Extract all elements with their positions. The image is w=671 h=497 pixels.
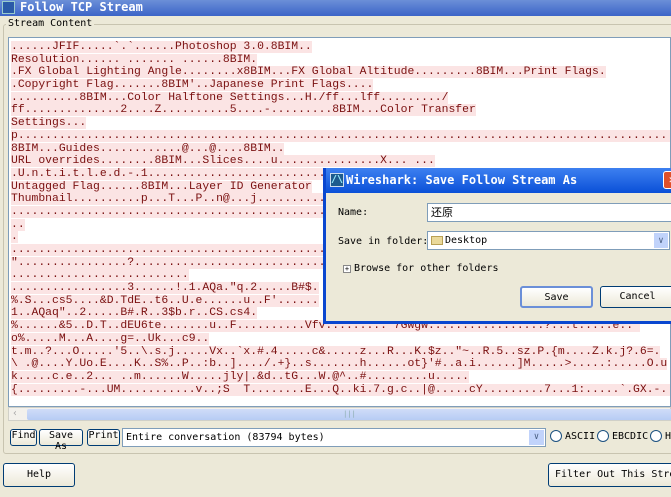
stream-line-text: .................3......!.1.AQa."q.2....… (11, 282, 319, 295)
conversation-select[interactable]: Entire conversation (83794 bytes) ∨ (122, 428, 546, 447)
dialog-title: Wireshark: Save Follow Stream As (346, 173, 578, 187)
filter-out-stream-button[interactable]: Filter Out This Stream (548, 463, 671, 487)
stream-line-text: k.....c.e..2... ..m......W.....jly|.&d..… (11, 370, 469, 383)
stream-line-text: t.m..?...O.....'5..\.s.j.....Vx..`x.#.4.… (11, 345, 661, 358)
save-button[interactable]: Save (520, 286, 593, 308)
window-titlebar: Follow TCP Stream (0, 0, 671, 16)
stream-line: ..........8BIM...Color Halftone Settings… (11, 91, 670, 105)
stream-line-text: .Copyright Flag.......8BIM'..Japanese Pr… (11, 79, 374, 92)
stream-line-text: \ .@....Y.Uo.E....K..S%..P..:b..]..../.+… (11, 358, 668, 371)
wireshark-icon (2, 1, 15, 14)
save-dialog: /\Wireshark: Save Follow Stream As ✕ Name… (323, 168, 671, 324)
stream-line: t.m..?...O.....'5..\.s.j.....Vx..`x.#.4.… (11, 345, 670, 359)
print-button[interactable]: Print (87, 429, 120, 446)
stream-line: .Copyright Flag.......8BIM'..Japanese Pr… (11, 79, 670, 92)
cancel-button[interactable]: Cancel (600, 286, 671, 308)
stream-line-text: ........................................… (11, 205, 353, 218)
stream-line-text: %.S...cs5....&D.TdE..t6..U.e......u..F'.… (11, 294, 319, 307)
window-title: Follow TCP Stream (20, 0, 143, 14)
stream-line: Settings... (11, 117, 670, 130)
horizontal-scrollbar[interactable]: ‹ ||| (8, 407, 671, 421)
stream-line-text: .......................... (11, 269, 189, 282)
dialog-titlebar: /\Wireshark: Save Follow Stream As ✕ (326, 168, 671, 193)
stream-line: 8BIM...Guides............@...@....8BIM.. (11, 142, 670, 156)
stream-line-text: ff..............2....Z..........5....-..… (11, 104, 476, 117)
stream-line-text: URL overrides........8BIM...Slices....u.… (11, 155, 435, 168)
plus-icon: + (343, 265, 351, 273)
stream-line-text: .FX Global Lighting Angle........x8BIM..… (11, 66, 606, 79)
folder-select[interactable]: Desktop ∨ (427, 231, 670, 250)
stream-line: p.......................................… (11, 129, 670, 143)
radio-hex[interactable]: H (650, 430, 671, 442)
conversation-value: Entire conversation (83794 bytes) (126, 432, 325, 443)
stream-line-text: p.......................................… (11, 129, 670, 142)
stream-line-text: ........................................… (11, 244, 353, 256)
radio-ebcdic[interactable]: EBCDIC (597, 430, 648, 442)
folder-value: Desktop (445, 235, 488, 246)
stream-line-text: 1..AQaq"..2.....B#.R..3$b.r..CS.cs4. (11, 307, 258, 320)
save-as-button[interactable]: Save As (39, 429, 83, 452)
name-input[interactable]: 还原 (427, 203, 671, 222)
group-label: Stream Content (6, 18, 95, 29)
browse-folders-expander[interactable]: + Browse for other folders (343, 263, 499, 274)
scroll-left-icon[interactable]: ‹ (12, 408, 18, 419)
close-icon[interactable]: ✕ (663, 171, 671, 189)
stream-line: Resolution...... ....... ......8BIM. (11, 53, 670, 67)
radio-ascii-label: ASCII (565, 431, 596, 442)
stream-line-text: Settings... (11, 117, 87, 130)
stream-line-text: 8BIM...Guides............@...@....8BIM.. (11, 142, 285, 155)
stream-line: \ .@....Y.Uo.E....K..S%..P..:b..]..../.+… (11, 358, 670, 371)
stream-line-text: o%.....M...A....g=..Uk...c9.. (11, 332, 210, 345)
browse-label: Browse for other folders (354, 263, 499, 274)
name-label: Name: (338, 207, 369, 218)
stream-line-text: .. (11, 218, 25, 231)
folder-icon (431, 235, 443, 245)
stream-line: o%.....M...A....g=..Uk...c9.. (11, 332, 670, 346)
stream-line: k.....c.e..2... ..m......W.....jly|.&d..… (11, 370, 670, 384)
stream-line-text: Thumbnail..........p...T...P..n@...j....… (11, 193, 326, 206)
stream-line: ff..............2....Z..........5....-..… (11, 104, 670, 117)
stream-line: {.........-...UM...........v..;S T......… (11, 383, 670, 397)
stream-line-text: "................?......................… (11, 256, 360, 269)
stream-line-text: . (11, 231, 18, 244)
wireshark-icon: /\ (330, 173, 344, 187)
radio-hex-label: H (665, 431, 671, 442)
stream-line: URL overrides........8BIM...Slices....u.… (11, 155, 670, 168)
chevron-down-icon[interactable]: ∨ (654, 233, 668, 248)
scroll-thumb[interactable]: ||| (27, 409, 671, 420)
radio-ebcdic-label: EBCDIC (612, 431, 649, 442)
stream-line-text: ..........8BIM...Color Halftone Settings… (11, 91, 449, 104)
stream-line-text: Resolution...... ....... ......8BIM. (11, 53, 258, 66)
help-button[interactable]: Help (3, 463, 75, 487)
stream-line: .FX Global Lighting Angle........x8BIM..… (11, 66, 670, 79)
find-button[interactable]: Find (10, 429, 37, 446)
folder-label: Save in folder: (338, 236, 429, 247)
stream-line-text: {.........-...UM...........v..;S T......… (11, 383, 670, 396)
radio-ascii[interactable]: ASCII (550, 430, 595, 442)
stream-line: ......JFIF.....`.`......Photoshop 3.0.8B… (11, 41, 670, 54)
chevron-down-icon[interactable]: ∨ (529, 430, 544, 445)
stream-line-text: ......JFIF.....`.`......Photoshop 3.0.8B… (11, 41, 312, 53)
stream-line-text: Untagged Flag......8BIM...Layer ID Gener… (11, 180, 312, 193)
